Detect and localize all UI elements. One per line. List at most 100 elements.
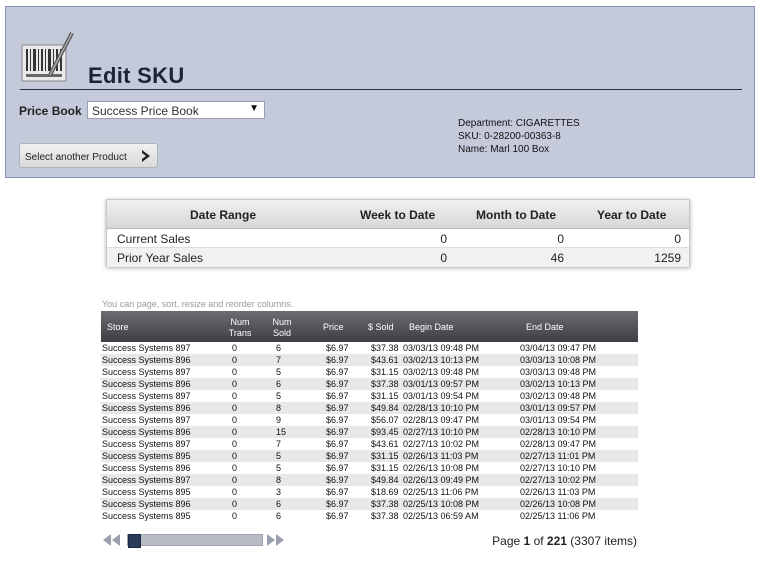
store-cell: Success Systems 895 [102, 511, 191, 521]
amount-cell: $37.38 [371, 379, 399, 389]
num-sold-cell: 5 [276, 367, 282, 377]
end-date-cell: 02/28/13 10:10 PM [520, 427, 597, 437]
store-cell: Success Systems 896 [102, 379, 191, 389]
begin-date-cell: 02/27/13 10:02 PM [403, 439, 480, 449]
table-row[interactable]: Success Systems 895 0 6 $6.97 $37.38 02/25/13… [101, 510, 638, 522]
num-trans-cell: 0 [232, 487, 238, 497]
price-cell: $6.97 [326, 355, 349, 365]
year-value: 1259 [654, 251, 681, 265]
table-row[interactable]: Success Systems 895 0 5 $6.97 $31.15 02/26/13… [101, 450, 638, 462]
page-title: Edit SKU [88, 63, 185, 88]
price-cell: $6.97 [326, 475, 349, 485]
num-trans-cell: 0 [232, 427, 238, 437]
pager: Page 1 of 221 (3307 items) [101, 531, 641, 551]
month-to-date-header[interactable]: Month to Date [476, 208, 556, 222]
table-row[interactable]: Success Systems 897 0 6 $6.97 $37.38 03/03/13… [101, 342, 638, 354]
num-sold-line2: Sold [272, 328, 291, 338]
row-label: Current Sales [117, 232, 191, 246]
table-row[interactable]: Success Systems 897 0 5 $6.97 $31.15 03/01/13… [101, 390, 638, 402]
table-row[interactable]: Success Systems 897 0 7 $6.97 $43.61 02/27/13… [101, 438, 638, 450]
begin-date-cell: 03/01/13 09:54 PM [403, 391, 480, 401]
scrollbar-thumb[interactable] [128, 534, 141, 548]
begin-date-column-header[interactable]: Begin Date [409, 322, 454, 333]
num-trans-cell: 0 [232, 355, 238, 365]
next-last-page-icon[interactable] [263, 533, 289, 547]
sku-text: SKU: 0-28200-00363-8 [458, 131, 561, 142]
num-trans-cell: 0 [232, 415, 238, 425]
num-trans-cell: 0 [232, 475, 238, 485]
end-date-cell: 02/26/13 10:08 PM [520, 499, 597, 509]
month-value: 46 [550, 251, 564, 265]
amount-cell: $37.38 [371, 511, 399, 521]
end-date-cell: 03/01/13 09:54 PM [520, 415, 597, 425]
week-to-date-header[interactable]: Week to Date [360, 208, 435, 222]
store-cell: Success Systems 896 [102, 355, 191, 365]
of-word: of [533, 534, 544, 548]
table-row[interactable]: Success Systems 896 0 5 $6.97 $31.15 02/26/13… [101, 462, 638, 474]
num-trans-line1: Num [230, 317, 250, 327]
price-cell: $6.97 [326, 451, 349, 461]
num-sold-cell: 9 [276, 415, 282, 425]
current-page: 1 [523, 534, 531, 548]
item-count: (3307 items) [570, 534, 637, 548]
price-book-select[interactable]: Success Price Book ▼ [87, 101, 265, 119]
store-column-header[interactable]: Store [107, 322, 129, 333]
amount-cell: $43.61 [371, 355, 399, 365]
table-row[interactable]: Success Systems 896 0 8 $6.97 $49.84 02/28/13… [101, 402, 638, 414]
num-trans-cell: 0 [232, 439, 238, 449]
table-row[interactable]: Success Systems 897 0 5 $6.97 $31.15 03/02/13… [101, 366, 638, 378]
price-cell: $6.97 [326, 403, 349, 413]
year-to-date-header[interactable]: Year to Date [597, 208, 666, 222]
sales-summary-table: Date Range Week to Date Month to Date Ye… [106, 199, 690, 267]
end-date-cell: 02/27/13 10:02 PM [520, 475, 597, 485]
date-range-header[interactable]: Date Range [190, 208, 256, 222]
price-book-label: Price Book [19, 104, 82, 118]
table-row[interactable]: Success Systems 896 0 15 $6.97 $93.45 02/27/1… [101, 426, 638, 438]
dollar-sold-column-header[interactable]: $ Sold [368, 322, 394, 333]
num-sold-column-header[interactable]: Num Sold [267, 317, 297, 339]
table-row[interactable]: Success Systems 895 0 3 $6.97 $18.69 02/25/13… [101, 486, 638, 498]
num-trans-line2: Trans [228, 328, 252, 338]
num-trans-cell: 0 [232, 379, 238, 389]
price-cell: $6.97 [326, 379, 349, 389]
num-trans-cell: 0 [232, 403, 238, 413]
amount-cell: $49.84 [371, 475, 399, 485]
chevron-right-icon [142, 150, 150, 162]
price-cell: $6.97 [326, 511, 349, 521]
begin-date-cell: 03/02/13 09:48 PM [403, 367, 480, 377]
num-sold-cell: 6 [276, 499, 282, 509]
begin-date-cell: 02/26/13 11:03 PM [403, 451, 479, 461]
num-sold-cell: 8 [276, 403, 282, 413]
amount-cell: $56.07 [371, 415, 399, 425]
amount-cell: $93.45 [371, 427, 399, 437]
table-row[interactable]: Success Systems 896 0 6 $6.97 $37.38 03/01/13… [101, 378, 638, 390]
end-date-cell: 02/26/13 11:03 PM [520, 487, 596, 497]
price-cell: $6.97 [326, 343, 349, 353]
store-cell: Success Systems 897 [102, 391, 191, 401]
begin-date-cell: 02/26/13 09:49 PM [403, 475, 480, 485]
table-row[interactable]: Success Systems 897 0 9 $6.97 $56.07 02/28/13… [101, 414, 638, 426]
page-status: Page 1 of 221 (3307 items) [492, 534, 637, 548]
price-cell: $6.97 [326, 427, 349, 437]
end-date-cell: 03/04/13 09:47 PM [520, 343, 597, 353]
end-date-cell: 02/27/13 11:01 PM [520, 451, 596, 461]
table-row[interactable]: Success Systems 896 0 6 $6.97 $37.38 02/25/13… [101, 498, 638, 510]
num-trans-column-header[interactable]: Num Trans [225, 317, 255, 339]
num-trans-cell: 0 [232, 511, 238, 521]
table-row[interactable]: Success Systems 897 0 8 $6.97 $49.84 02/26/13… [101, 474, 638, 486]
store-cell: Success Systems 896 [102, 427, 191, 437]
num-sold-cell: 5 [276, 463, 282, 473]
num-trans-cell: 0 [232, 391, 238, 401]
table-row[interactable]: Success Systems 896 0 7 $6.97 $43.61 03/02/13… [101, 354, 638, 366]
end-date-column-header[interactable]: End Date [526, 322, 564, 333]
price-cell: $6.97 [326, 415, 349, 425]
grid-body: Success Systems 897 0 6 $6.97 $37.38 03/03/13… [101, 342, 638, 522]
price-cell: $6.97 [326, 367, 349, 377]
select-another-product-button[interactable]: Select another Product [19, 143, 158, 168]
price-column-header[interactable]: Price [323, 322, 344, 333]
grid-header: Store Num Trans Num Sold Price $ Sold Be… [101, 311, 638, 342]
year-value: 0 [674, 232, 681, 246]
page-scrollbar[interactable] [127, 534, 263, 548]
first-prev-page-icon[interactable] [101, 533, 127, 547]
total-pages: 221 [546, 534, 567, 548]
